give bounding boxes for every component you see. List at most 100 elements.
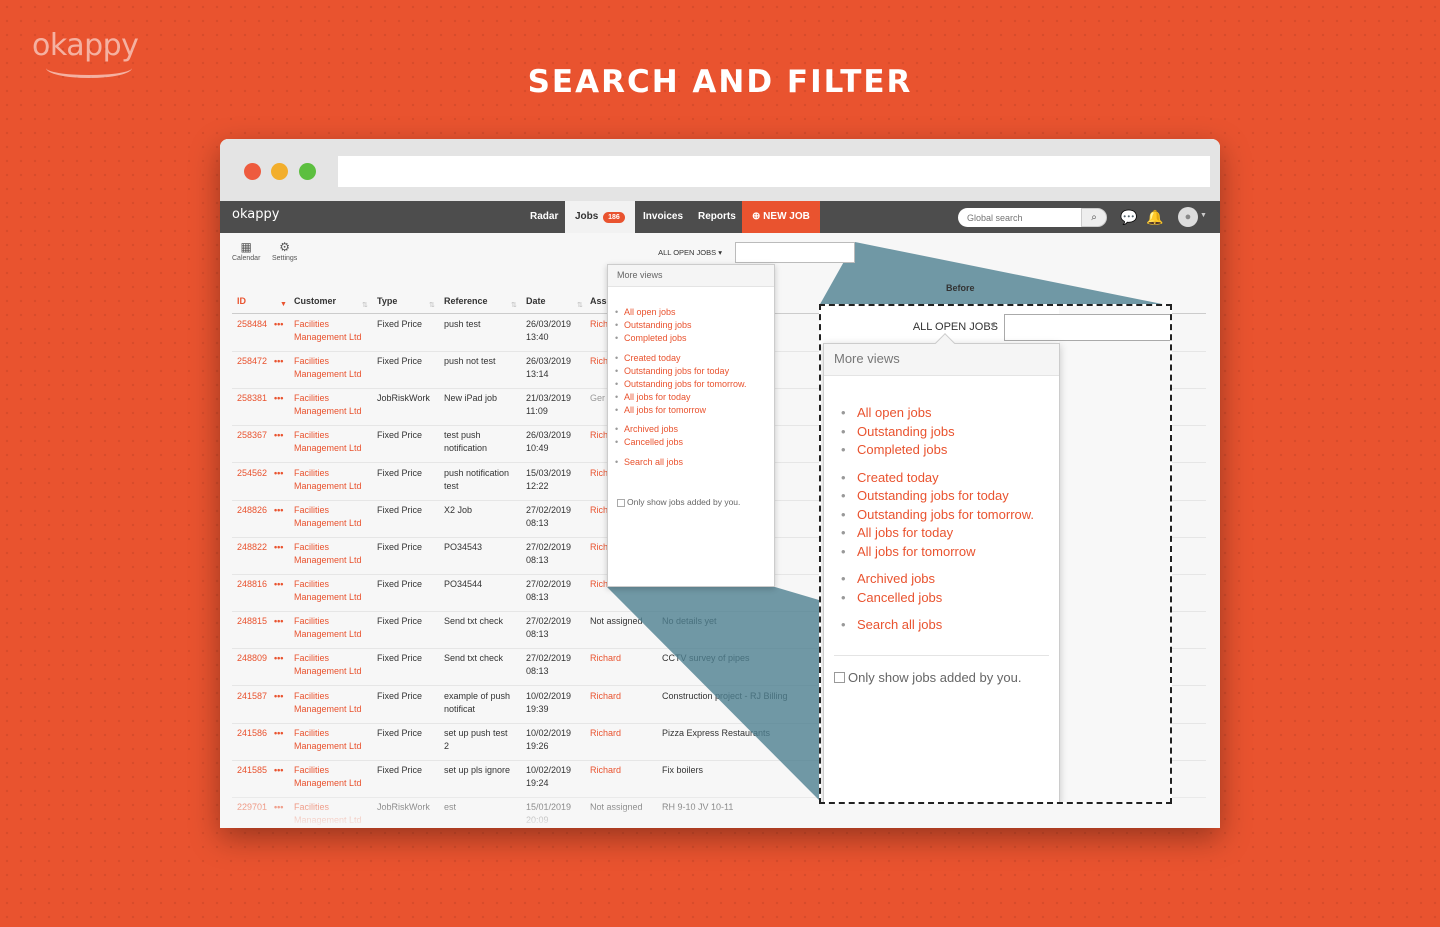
zoom-only-mine-checkbox[interactable] [834,671,845,683]
nav-invoices[interactable]: Invoices [643,201,683,233]
job-id[interactable]: 241587 [237,690,267,703]
sort-icon[interactable]: ⇅ [577,301,583,309]
zoom-view-outstanding-tomorrow[interactable]: Outstanding jobs for tomorrow. [841,506,1059,525]
view-search-all-jobs[interactable]: Search all jobs [615,456,774,469]
customer-cell[interactable]: Facilities Management Ltd [294,504,362,530]
job-id[interactable]: 254562 [237,467,267,480]
column-header-id[interactable]: ID [237,296,246,306]
sort-icon[interactable]: ⇅ [511,301,517,309]
chat-icon[interactable]: 💬 [1120,209,1137,226]
job-id[interactable]: 258484 [237,318,267,331]
zoom-view-cancelled-jobs[interactable]: Cancelled jobs [841,589,1059,608]
job-id[interactable]: 258381 [237,392,267,405]
row-menu-icon[interactable]: ••• [274,429,283,442]
row-menu-icon[interactable]: ••• [274,578,283,591]
row-menu-icon[interactable]: ••• [274,615,283,628]
customer-cell[interactable]: Facilities Management Ltd [294,652,362,678]
row-menu-icon[interactable]: ••• [274,355,283,368]
column-header-reference[interactable]: Reference [444,296,488,306]
nav-radar[interactable]: Radar [530,201,558,233]
view-created-today[interactable]: Created today [615,352,774,365]
zoom-view-all-open-jobs[interactable]: All open jobs [841,404,1059,423]
customer-cell[interactable]: Facilities Management Ltd [294,541,362,567]
customer-cell[interactable]: Facilities Management Ltd [294,392,362,418]
sort-icon[interactable]: ▼ [280,301,287,308]
zoom-view-archived-jobs[interactable]: Archived jobs [841,570,1059,589]
view-all-open-jobs[interactable]: All open jobs [615,306,774,319]
column-header-type[interactable]: Type [377,296,397,306]
customer-cell[interactable]: Facilities Management Ltd [294,429,362,455]
maximize-window-dot[interactable] [299,163,316,180]
new-job-button[interactable]: ⊕ NEW JOB [742,201,820,233]
column-header-assigned[interactable]: Ass [590,296,607,306]
customer-cell[interactable]: Facilities Management Ltd [294,764,362,790]
customer-cell[interactable]: Facilities Management Ltd [294,467,362,493]
job-id[interactable]: 248822 [237,541,267,554]
row-menu-icon[interactable]: ••• [274,392,283,405]
row-menu-icon[interactable]: ••• [274,467,283,480]
column-header-date[interactable]: Date [526,296,546,306]
job-id[interactable]: 241586 [237,727,267,740]
zoom-only-mine-option[interactable]: Only show jobs added by you. [824,656,1059,685]
job-id[interactable]: 248809 [237,652,267,665]
settings-tool[interactable]: ⚙ Settings [272,240,297,262]
customer-cell[interactable]: Facilities Management Ltd [294,690,362,716]
user-avatar[interactable]: ● [1178,207,1198,227]
job-id[interactable]: 258367 [237,429,267,442]
row-menu-icon[interactable]: ••• [274,764,283,777]
row-menu-icon[interactable]: ••• [274,727,283,740]
zoom-views-filter-input[interactable] [1004,314,1170,341]
zoom-view-completed-jobs[interactable]: Completed jobs [841,441,1059,460]
view-all-today[interactable]: All jobs for today [615,391,774,404]
view-outstanding-tomorrow[interactable]: Outstanding jobs for tomorrow. [615,378,774,391]
customer-cell[interactable]: Facilities Management Ltd [294,727,362,753]
zoom-views-dropdown-trigger[interactable]: ALL OPEN JOBS [861,315,1002,342]
zoom-view-search-all-jobs[interactable]: Search all jobs [841,616,1059,635]
row-menu-icon[interactable]: ••• [274,652,283,665]
job-id[interactable]: 248816 [237,578,267,591]
only-mine-option[interactable]: Only show jobs added by you. [608,497,774,507]
nav-reports[interactable]: Reports [698,201,736,233]
view-all-tomorrow[interactable]: All jobs for tomorrow [615,404,774,417]
customer-cell[interactable]: Facilities Management Ltd [294,615,362,641]
nav-jobs[interactable]: Jobs 186 [565,201,635,233]
minimize-window-dot[interactable] [271,163,288,180]
zoom-view-outstanding-jobs[interactable]: Outstanding jobs [841,423,1059,442]
zoom-view-all-tomorrow[interactable]: All jobs for tomorrow [841,543,1059,562]
row-menu-icon[interactable]: ••• [274,318,283,331]
view-archived-jobs[interactable]: Archived jobs [615,423,774,436]
global-search-input[interactable] [958,208,1082,227]
calendar-tool[interactable]: ▦ Calendar [232,240,260,262]
job-id[interactable]: 248815 [237,615,267,628]
view-outstanding-today[interactable]: Outstanding jobs for today [615,365,774,378]
nav-logo[interactable]: okappy [232,207,279,222]
zoom-view-outstanding-today[interactable]: Outstanding jobs for today [841,487,1059,506]
job-id[interactable]: 241585 [237,764,267,777]
view-outstanding-jobs[interactable]: Outstanding jobs [615,319,774,332]
job-id[interactable]: 258472 [237,355,267,368]
customer-cell[interactable]: Facilities Management Ltd [294,578,362,604]
zoom-view-created-today[interactable]: Created today [841,469,1059,488]
column-header-customer[interactable]: Customer [294,296,336,306]
customer-cell[interactable]: Facilities Management Ltd [294,355,362,381]
only-mine-checkbox[interactable] [617,498,625,507]
row-menu-icon[interactable]: ••• [274,541,283,554]
sort-icon[interactable]: ⇅ [429,301,435,309]
view-cancelled-jobs[interactable]: Cancelled jobs [615,436,774,449]
customer-cell[interactable]: Facilities Management Ltd [294,318,362,344]
date-cell-line-2: 19:39 [526,703,549,714]
view-completed-jobs[interactable]: Completed jobs [615,332,774,345]
close-window-dot[interactable] [244,163,261,180]
job-id[interactable]: 248826 [237,504,267,517]
views-dropdown-trigger[interactable]: ALL OPEN JOBS ▾ [608,242,734,263]
chevron-down-icon[interactable]: ▼ [1200,212,1207,219]
column-header-before[interactable]: Before [946,283,975,293]
row-menu-icon[interactable]: ••• [274,504,283,517]
sort-icon[interactable]: ⇅ [362,301,368,309]
notification-icon[interactable]: 🔔 [1146,209,1163,226]
search-button[interactable]: ⌕ [1081,208,1107,227]
views-filter-input[interactable] [735,242,855,263]
zoom-view-all-today[interactable]: All jobs for today [841,524,1059,543]
row-menu-icon[interactable]: ••• [274,690,283,703]
address-bar[interactable] [338,156,1210,187]
